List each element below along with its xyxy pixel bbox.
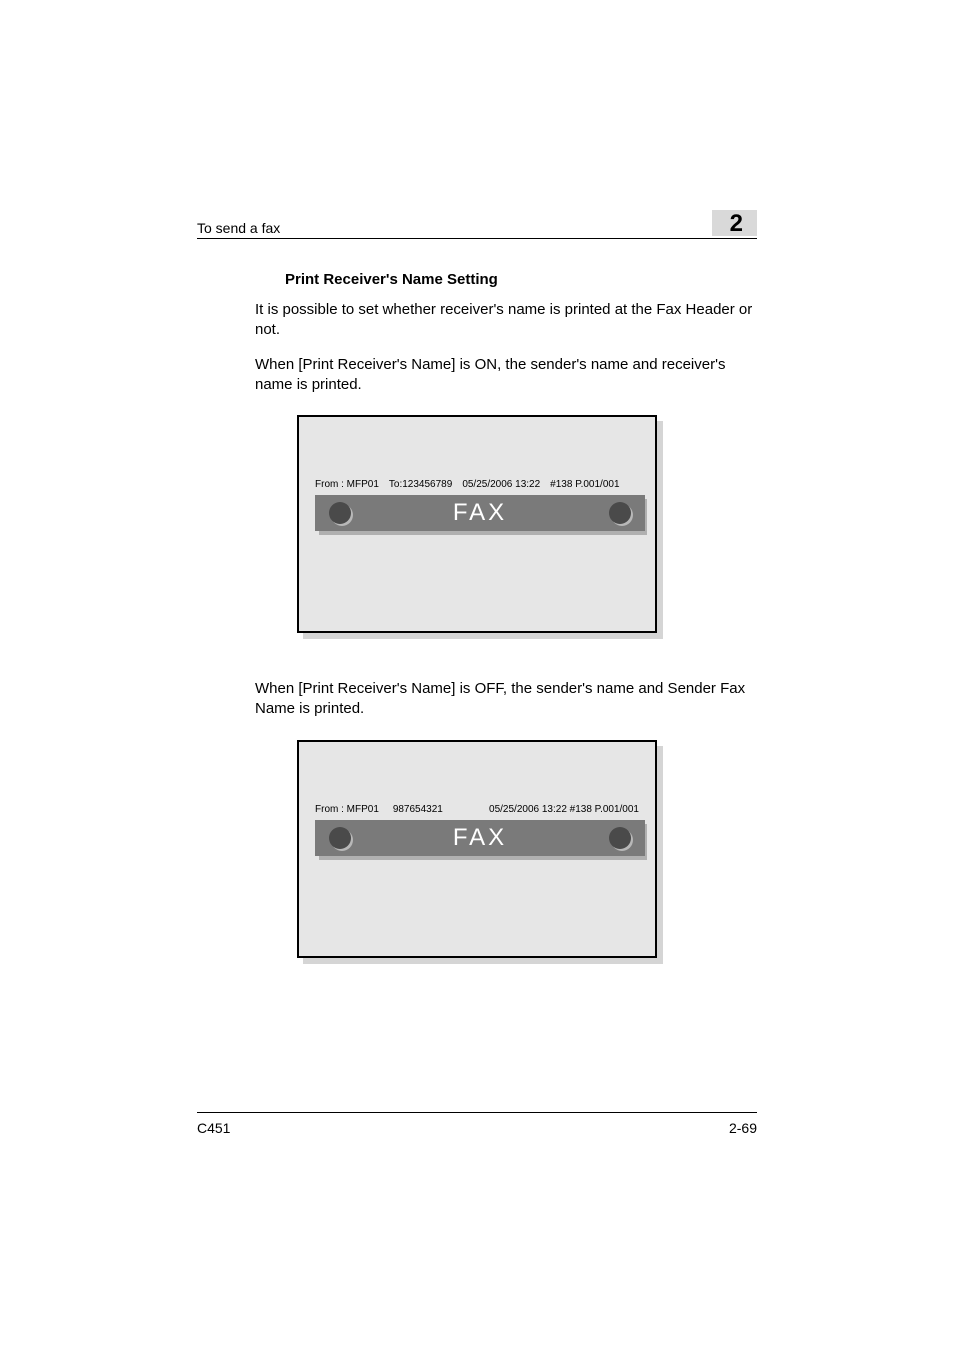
on-description: When [Print Receiver's Name] is ON, the … — [255, 355, 757, 396]
reel-left-icon — [329, 502, 351, 524]
meta-field: #138 P.001/001 — [550, 479, 619, 490]
datetime-meta-field: 05/25/2006 13:22 #138 P.001/001 — [489, 804, 639, 815]
from-field: From : MFP01 — [315, 804, 379, 815]
reel-right-icon — [609, 827, 631, 849]
footer-page: 2-69 — [729, 1120, 757, 1136]
fax-diagram-on: From : MFP01 To:123456789 05/25/2006 13:… — [297, 415, 757, 633]
reel-right-icon — [609, 502, 631, 524]
fax-tape: FAX — [315, 495, 645, 531]
footer-rule — [197, 1112, 757, 1113]
to-field: To:123456789 — [389, 479, 452, 490]
reel-left-icon — [329, 827, 351, 849]
fax-diagram-off: From : MFP01 987654321 05/25/2006 13:22 … — [297, 740, 757, 958]
off-description: When [Print Receiver's Name] is OFF, the… — [255, 679, 757, 720]
page-header: To send a fax 2 — [197, 210, 757, 239]
fax-header-line-off: From : MFP01 987654321 05/25/2006 13:22 … — [315, 804, 639, 815]
section-title: Print Receiver's Name Setting — [285, 271, 757, 288]
page-footer: C451 2-69 — [197, 1120, 757, 1136]
chapter-number: 2 — [712, 210, 757, 236]
footer-model: C451 — [197, 1120, 230, 1136]
fax-label: FAX — [453, 499, 507, 527]
fax-tape: FAX — [315, 820, 645, 856]
from-field: From : MFP01 — [315, 479, 379, 490]
fax-header-line-on: From : MFP01 To:123456789 05/25/2006 13:… — [315, 479, 639, 490]
sender-field: 987654321 — [393, 804, 443, 815]
fax-label: FAX — [453, 824, 507, 852]
datetime-field: 05/25/2006 13:22 — [462, 479, 540, 490]
intro-text: It is possible to set whether receiver's… — [255, 300, 757, 341]
header-title: To send a fax — [197, 220, 280, 236]
